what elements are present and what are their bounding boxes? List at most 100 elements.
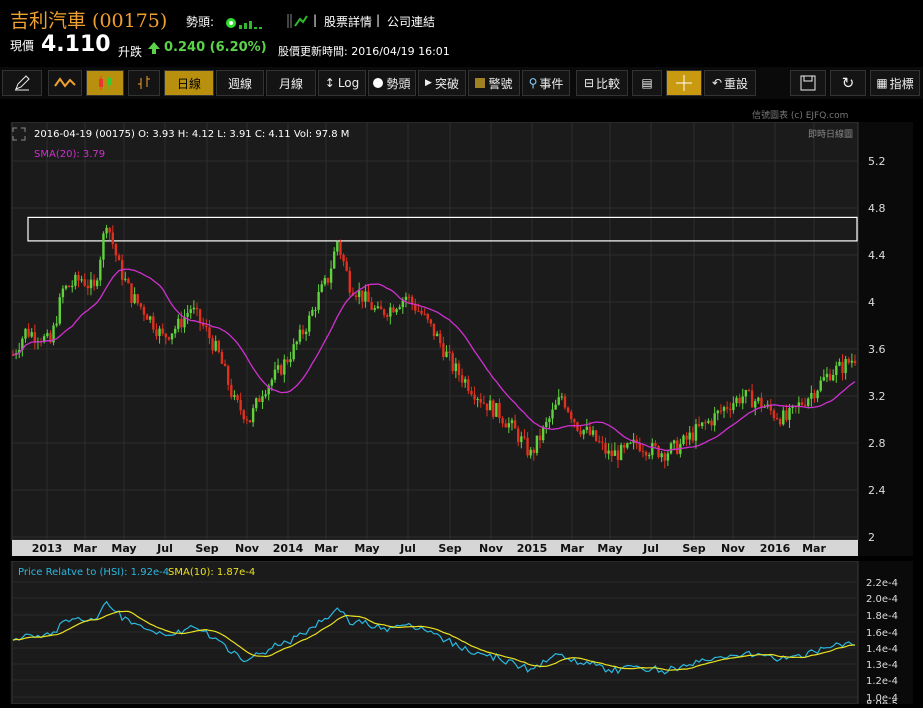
- candle-body: [370, 302, 373, 310]
- signal-chart-icon[interactable]: [286, 12, 308, 30]
- line-chart-button[interactable]: [48, 70, 82, 96]
- candle-body: [217, 340, 221, 352]
- candle-body: [86, 285, 90, 289]
- candle-body: [432, 323, 436, 337]
- candle-body: [429, 319, 433, 324]
- candle-body: [426, 313, 429, 320]
- candle-body: [99, 259, 102, 281]
- candle-body: [579, 430, 582, 435]
- candle-body: [333, 251, 336, 269]
- candle-body: [495, 403, 498, 417]
- candle-body: [557, 397, 560, 405]
- monthly-button[interactable]: 月線: [266, 70, 316, 96]
- x-tick-label: Jul: [156, 542, 173, 555]
- candle-body: [585, 426, 589, 430]
- change-label: 升跌: [118, 45, 143, 59]
- candle-body: [644, 451, 648, 456]
- candle-body: [248, 420, 252, 423]
- company-links-link[interactable]: 公司連結: [387, 13, 435, 30]
- candle-body: [301, 329, 305, 335]
- candle-body: [685, 435, 688, 440]
- price-change: 0.240 (6.20%): [164, 40, 267, 55]
- notes-button[interactable]: ▤: [632, 70, 662, 96]
- candle-body: [96, 280, 99, 287]
- candle-body: [379, 306, 383, 310]
- x-tick-label: May: [597, 542, 622, 555]
- price-chart-svg: 5.2 4.8 4.4 4 3.6 3.2 2.8 2.4 2 2013 Mar May Jul Sep N…: [10, 121, 913, 556]
- candle-body: [782, 410, 785, 425]
- candle-body: [354, 295, 358, 298]
- save-button[interactable]: [790, 70, 826, 96]
- candle-body: [46, 333, 49, 337]
- refresh-button[interactable]: ↻: [830, 70, 866, 96]
- candle-body: [694, 424, 698, 441]
- lower-y-tick-label: 2.2e-4: [866, 578, 898, 589]
- candle-body: [520, 436, 523, 443]
- candle-body: [64, 285, 68, 289]
- log-button[interactable]: ↕ Log: [318, 70, 366, 96]
- candle-body: [164, 333, 168, 338]
- candle-body: [180, 318, 183, 328]
- candle-body: [407, 296, 411, 298]
- candle-body: [323, 277, 327, 285]
- candle-body: [598, 440, 601, 442]
- candle-body: [672, 440, 676, 444]
- candle-body: [716, 410, 719, 414]
- candle-body: [803, 404, 807, 406]
- candle-body: [704, 422, 707, 424]
- candle-body: [445, 351, 448, 357]
- candle-body: [778, 419, 782, 425]
- y-tick-label: 4: [868, 296, 875, 309]
- compare-button[interactable]: ⊟ 比較: [576, 70, 628, 96]
- candle-body: [816, 390, 819, 399]
- lower-y-tick-label: 1.6e-4: [866, 628, 898, 639]
- draw-tool-button[interactable]: [2, 70, 42, 96]
- candle-body: [404, 296, 408, 300]
- candle-body: [276, 365, 280, 370]
- candle-body: [395, 309, 398, 313]
- alert-button[interactable]: 警號: [468, 70, 520, 96]
- indicator-button[interactable]: ▦ 指標: [870, 70, 920, 96]
- event-button[interactable]: ⚲ 事件: [522, 70, 570, 96]
- candle-body: [700, 422, 704, 426]
- lower-y-tick-label: 2.0e-4: [866, 594, 898, 605]
- stock-details-link[interactable]: 股票詳情: [324, 13, 372, 30]
- chart-toolbar: 日線 週線 月線 ↕ Log 勢頭 ▶ 突破 警號 ⚲ 事件 ⊟ 比較 ▤ ↶ 重設 ↻ …: [0, 67, 923, 99]
- candle-body: [492, 400, 495, 417]
- candle-body: [760, 397, 763, 408]
- candle-chart-button[interactable]: [86, 70, 124, 96]
- candle-body: [647, 455, 651, 457]
- candle-body: [152, 316, 155, 330]
- candle-body: [145, 314, 149, 320]
- candle-body: [230, 384, 233, 397]
- lower-y-tick-label: 1.3e-4: [866, 660, 898, 671]
- candle-body: [170, 333, 174, 340]
- bar-chart-button[interactable]: [128, 70, 160, 96]
- y-tick-label: 2.4: [868, 484, 886, 497]
- crosshair-button[interactable]: [666, 70, 702, 96]
- candle-body: [535, 435, 539, 453]
- y-tick-label: 5.2: [868, 155, 886, 168]
- candle-body: [264, 394, 267, 397]
- y-tick-label: 3.6: [868, 343, 886, 356]
- breakout-button[interactable]: ▶ 突破: [418, 70, 466, 96]
- candle-body: [173, 328, 177, 334]
- candle-body: [807, 398, 810, 406]
- candle-body: [551, 409, 554, 419]
- undo-icon: ↶: [711, 76, 723, 90]
- candle-body: [420, 310, 423, 314]
- candle-body: [741, 396, 744, 404]
- trend-button[interactable]: 勢頭: [368, 70, 416, 96]
- candle-body: [682, 435, 685, 445]
- weekly-button[interactable]: 週線: [216, 70, 264, 96]
- candle-body: [610, 450, 613, 456]
- alert-icon: [475, 78, 486, 88]
- candle-body: [357, 290, 361, 298]
- header-bar: 吉利汽車 (00175) 勢頭: | 股票詳情 | 公司連結 現價 4.110 …: [0, 0, 923, 66]
- reset-button[interactable]: ↶ 重設: [704, 70, 756, 96]
- candle-body: [298, 329, 302, 342]
- daily-button[interactable]: 日線: [164, 70, 214, 96]
- candle-body: [775, 417, 779, 420]
- candle-body: [517, 428, 520, 443]
- candle-body: [83, 279, 86, 286]
